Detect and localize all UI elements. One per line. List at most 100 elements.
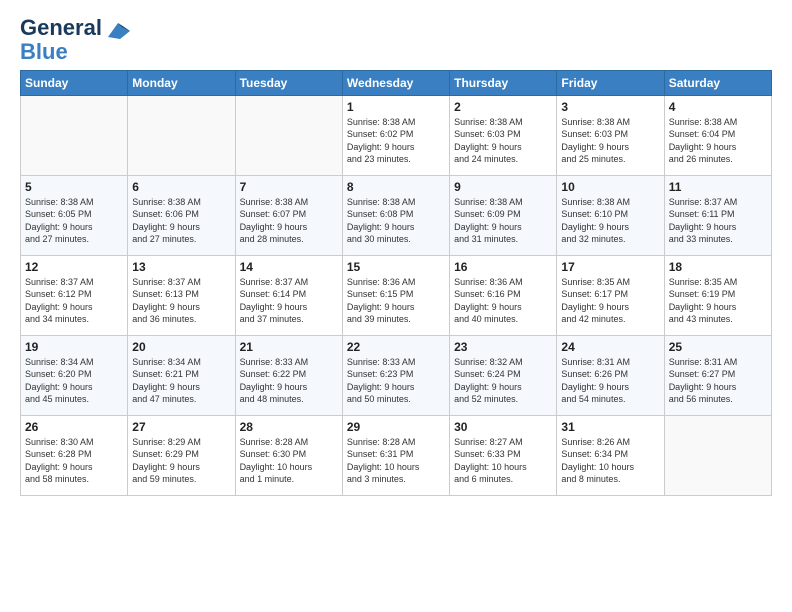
calendar-cell: 30Sunrise: 8:27 AM Sunset: 6:33 PM Dayli… <box>450 415 557 495</box>
page: General Blue SundayMondayTuesdayWednesda… <box>0 0 792 506</box>
day-info: Sunrise: 8:38 AM Sunset: 6:04 PM Dayligh… <box>669 116 767 166</box>
logo: General Blue <box>20 16 130 64</box>
day-number: 22 <box>347 340 445 354</box>
logo-text: General Blue <box>20 16 130 64</box>
calendar-cell: 1 Sunrise: 8:38 AM Sunset: 6:02 PM Daylig… <box>342 95 449 175</box>
calendar-header: SundayMondayTuesdayWednesdayThursdayFrid… <box>21 70 772 95</box>
day-number: 31 <box>561 420 659 434</box>
calendar-cell: 13 Sunrise: 8:37 AM Sunset: 6:13 PM Dayli… <box>128 255 235 335</box>
calendar-cell: 15Sunrise: 8:36 AM Sunset: 6:15 PM Dayli… <box>342 255 449 335</box>
weekday-header-tuesday: Tuesday <box>235 70 342 95</box>
day-number: 20 <box>132 340 230 354</box>
day-info: Sunrise: 8:35 AM Sunset: 6:17 PM Dayligh… <box>561 276 659 326</box>
calendar-cell: 22 Sunrise: 8:33 AM Sunset: 6:23 PM Dayli… <box>342 335 449 415</box>
calendar-cell: 6Sunrise: 8:38 AM Sunset: 6:06 PM Daylig… <box>128 175 235 255</box>
calendar-cell: 2 Sunrise: 8:38 AM Sunset: 6:03 PM Daylig… <box>450 95 557 175</box>
day-info: Sunrise: 8:38 AM Sunset: 6:10 PM Dayligh… <box>561 196 659 246</box>
calendar-cell: 29Sunrise: 8:28 AM Sunset: 6:31 PM Dayli… <box>342 415 449 495</box>
calendar-cell: 11 Sunrise: 8:37 AM Sunset: 6:11 PM Dayli… <box>664 175 771 255</box>
calendar-cell: 20 Sunrise: 8:34 AM Sunset: 6:21 PM Dayli… <box>128 335 235 415</box>
weekday-header-monday: Monday <box>128 70 235 95</box>
day-number: 25 <box>669 340 767 354</box>
calendar-cell: 27 Sunrise: 8:29 AM Sunset: 6:29 PM Dayli… <box>128 415 235 495</box>
day-number: 16 <box>454 260 552 274</box>
calendar-cell: 8 Sunrise: 8:38 AM Sunset: 6:08 PM Daylig… <box>342 175 449 255</box>
day-info: Sunrise: 8:29 AM Sunset: 6:29 PM Dayligh… <box>132 436 230 486</box>
day-info: Sunrise: 8:30 AM Sunset: 6:28 PM Dayligh… <box>25 436 123 486</box>
day-info: Sunrise: 8:37 AM Sunset: 6:13 PM Dayligh… <box>132 276 230 326</box>
day-number: 17 <box>561 260 659 274</box>
calendar-week-row: 1 Sunrise: 8:38 AM Sunset: 6:02 PM Daylig… <box>21 95 772 175</box>
calendar-cell: 21 Sunrise: 8:33 AM Sunset: 6:22 PM Dayli… <box>235 335 342 415</box>
calendar-cell: 12 Sunrise: 8:37 AM Sunset: 6:12 PM Dayli… <box>21 255 128 335</box>
day-number: 23 <box>454 340 552 354</box>
day-number: 19 <box>25 340 123 354</box>
calendar-cell: 18Sunrise: 8:35 AM Sunset: 6:19 PM Dayli… <box>664 255 771 335</box>
day-number: 26 <box>25 420 123 434</box>
calendar-week-row: 26 Sunrise: 8:30 AM Sunset: 6:28 PM Dayli… <box>21 415 772 495</box>
day-info: Sunrise: 8:37 AM Sunset: 6:14 PM Dayligh… <box>240 276 338 326</box>
weekday-header-thursday: Thursday <box>450 70 557 95</box>
calendar-cell: 25Sunrise: 8:31 AM Sunset: 6:27 PM Dayli… <box>664 335 771 415</box>
day-number: 13 <box>132 260 230 274</box>
calendar-table: SundayMondayTuesdayWednesdayThursdayFrid… <box>20 70 772 496</box>
calendar-cell: 4Sunrise: 8:38 AM Sunset: 6:04 PM Daylig… <box>664 95 771 175</box>
day-number: 15 <box>347 260 445 274</box>
day-info: Sunrise: 8:38 AM Sunset: 6:02 PM Dayligh… <box>347 116 445 166</box>
logo-area: General Blue <box>20 16 130 64</box>
calendar-cell: 7 Sunrise: 8:38 AM Sunset: 6:07 PM Daylig… <box>235 175 342 255</box>
calendar-cell: 28 Sunrise: 8:28 AM Sunset: 6:30 PM Dayli… <box>235 415 342 495</box>
day-number: 28 <box>240 420 338 434</box>
day-info: Sunrise: 8:28 AM Sunset: 6:30 PM Dayligh… <box>240 436 338 486</box>
calendar-cell: 14 Sunrise: 8:37 AM Sunset: 6:14 PM Dayli… <box>235 255 342 335</box>
day-number: 2 <box>454 100 552 114</box>
day-number: 9 <box>454 180 552 194</box>
day-info: Sunrise: 8:32 AM Sunset: 6:24 PM Dayligh… <box>454 356 552 406</box>
day-number: 8 <box>347 180 445 194</box>
calendar-cell: 19 Sunrise: 8:34 AM Sunset: 6:20 PM Dayli… <box>21 335 128 415</box>
day-info: Sunrise: 8:38 AM Sunset: 6:03 PM Dayligh… <box>561 116 659 166</box>
logo-bird-icon <box>108 23 130 39</box>
day-number: 21 <box>240 340 338 354</box>
calendar-cell: 3Sunrise: 8:38 AM Sunset: 6:03 PM Daylig… <box>557 95 664 175</box>
day-info: Sunrise: 8:33 AM Sunset: 6:23 PM Dayligh… <box>347 356 445 406</box>
day-info: Sunrise: 8:36 AM Sunset: 6:16 PM Dayligh… <box>454 276 552 326</box>
day-info: Sunrise: 8:38 AM Sunset: 6:09 PM Dayligh… <box>454 196 552 246</box>
day-info: Sunrise: 8:38 AM Sunset: 6:03 PM Dayligh… <box>454 116 552 166</box>
day-info: Sunrise: 8:34 AM Sunset: 6:20 PM Dayligh… <box>25 356 123 406</box>
day-number: 10 <box>561 180 659 194</box>
day-number: 7 <box>240 180 338 194</box>
calendar-week-row: 12 Sunrise: 8:37 AM Sunset: 6:12 PM Dayli… <box>21 255 772 335</box>
calendar-cell <box>21 95 128 175</box>
calendar-cell: 5Sunrise: 8:38 AM Sunset: 6:05 PM Daylig… <box>21 175 128 255</box>
calendar-cell: 26 Sunrise: 8:30 AM Sunset: 6:28 PM Dayli… <box>21 415 128 495</box>
day-info: Sunrise: 8:38 AM Sunset: 6:08 PM Dayligh… <box>347 196 445 246</box>
day-info: Sunrise: 8:35 AM Sunset: 6:19 PM Dayligh… <box>669 276 767 326</box>
day-number: 24 <box>561 340 659 354</box>
day-number: 14 <box>240 260 338 274</box>
day-info: Sunrise: 8:31 AM Sunset: 6:26 PM Dayligh… <box>561 356 659 406</box>
calendar-cell: 31 Sunrise: 8:26 AM Sunset: 6:34 PM Dayli… <box>557 415 664 495</box>
weekday-header-saturday: Saturday <box>664 70 771 95</box>
calendar-cell <box>128 95 235 175</box>
day-info: Sunrise: 8:33 AM Sunset: 6:22 PM Dayligh… <box>240 356 338 406</box>
day-info: Sunrise: 8:28 AM Sunset: 6:31 PM Dayligh… <box>347 436 445 486</box>
day-info: Sunrise: 8:38 AM Sunset: 6:05 PM Dayligh… <box>25 196 123 246</box>
day-info: Sunrise: 8:38 AM Sunset: 6:07 PM Dayligh… <box>240 196 338 246</box>
calendar-cell <box>235 95 342 175</box>
day-info: Sunrise: 8:37 AM Sunset: 6:12 PM Dayligh… <box>25 276 123 326</box>
day-info: Sunrise: 8:26 AM Sunset: 6:34 PM Dayligh… <box>561 436 659 486</box>
day-number: 12 <box>25 260 123 274</box>
logo-general: General <box>20 15 102 40</box>
calendar-body: 1 Sunrise: 8:38 AM Sunset: 6:02 PM Daylig… <box>21 95 772 495</box>
day-info: Sunrise: 8:34 AM Sunset: 6:21 PM Dayligh… <box>132 356 230 406</box>
calendar-cell: 10 Sunrise: 8:38 AM Sunset: 6:10 PM Dayli… <box>557 175 664 255</box>
day-number: 11 <box>669 180 767 194</box>
day-info: Sunrise: 8:38 AM Sunset: 6:06 PM Dayligh… <box>132 196 230 246</box>
calendar-cell: 23 Sunrise: 8:32 AM Sunset: 6:24 PM Dayli… <box>450 335 557 415</box>
calendar-cell: 16 Sunrise: 8:36 AM Sunset: 6:16 PM Dayli… <box>450 255 557 335</box>
day-info: Sunrise: 8:37 AM Sunset: 6:11 PM Dayligh… <box>669 196 767 246</box>
header: General Blue <box>20 16 772 64</box>
day-number: 27 <box>132 420 230 434</box>
day-number: 1 <box>347 100 445 114</box>
